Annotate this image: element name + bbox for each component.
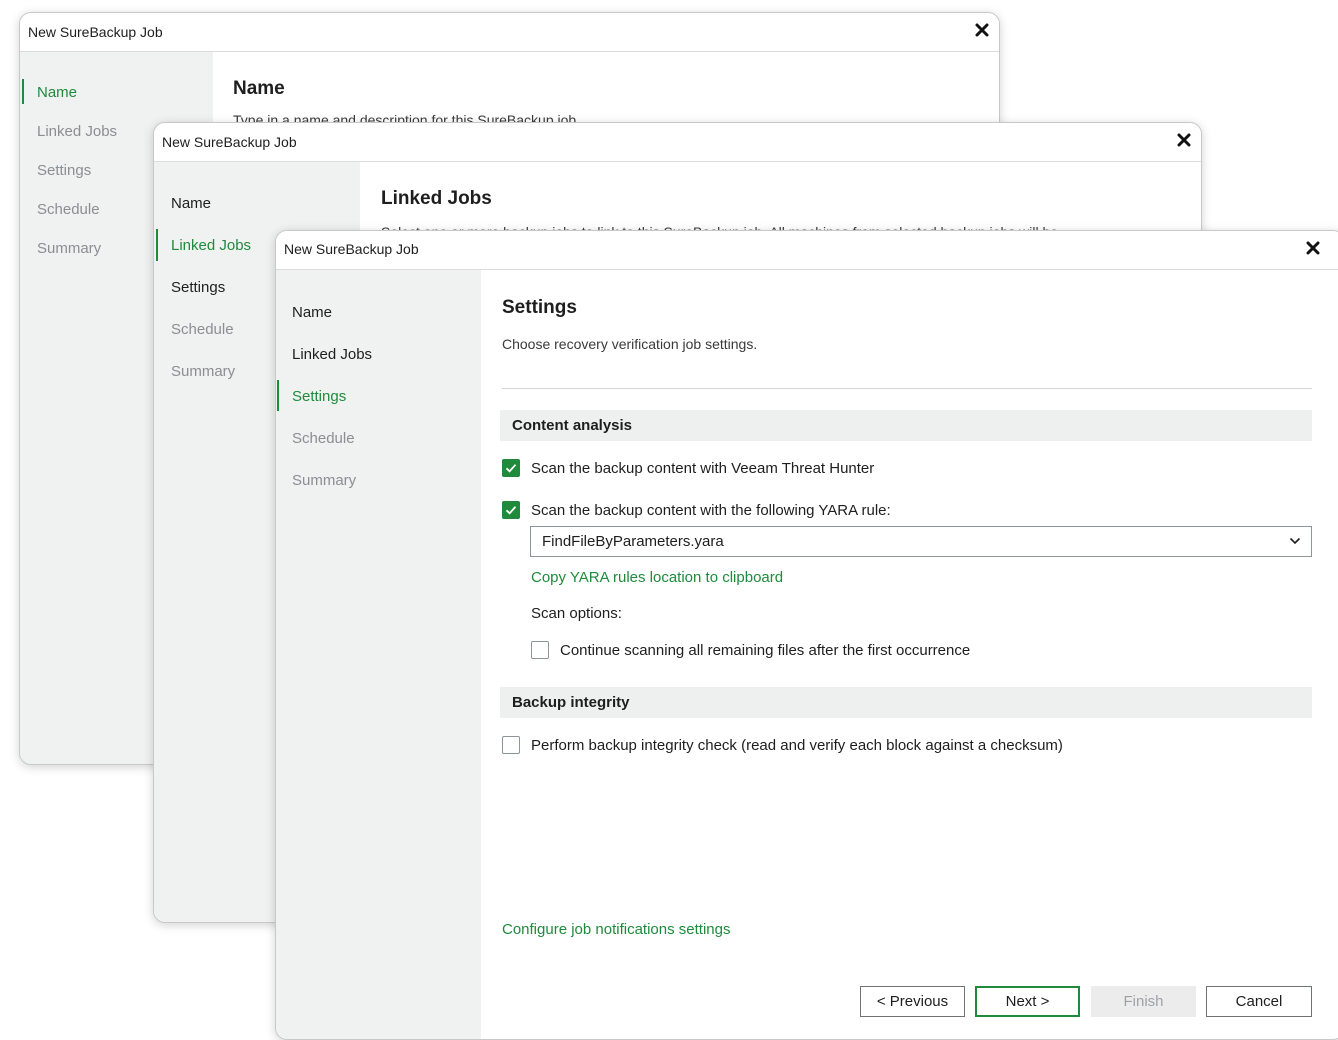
page-title: Name [233,78,285,99]
yara-rule-value: FindFileByParameters.yara [542,533,724,550]
step-schedule: Schedule [37,201,100,218]
cancel-button[interactable]: Cancel [1206,986,1312,1017]
window-title: New SureBackup Job [28,24,163,40]
wizard-steps-sidebar: Name Linked Jobs Settings Schedule Summa… [276,270,481,1039]
step-schedule: Schedule [292,430,355,447]
next-button[interactable]: Next > [975,986,1080,1017]
page-description: Choose recovery verification job setting… [502,336,758,352]
continue-scanning-label: Continue scanning all remaining files af… [560,641,971,659]
page-title: Settings [502,297,577,318]
close-icon[interactable] [1302,237,1324,259]
step-linked-jobs: Linked Jobs [37,123,118,140]
window-title: New SureBackup Job [162,134,297,150]
title-bar: New SureBackup Job [20,13,999,52]
step-name[interactable]: Name [37,84,77,101]
step-settings: Settings [37,162,92,179]
active-step-marker [22,79,24,104]
finish-button: Finish [1091,986,1196,1017]
step-settings[interactable]: Settings [171,279,225,296]
chevron-down-icon [1289,537,1301,545]
step-summary: Summary [37,240,102,257]
active-step-marker [277,380,279,411]
step-linked-jobs[interactable]: Linked Jobs [292,346,372,363]
threat-hunter-option[interactable]: Scan the backup content with Veeam Threa… [502,458,874,478]
step-summary: Summary [292,472,357,489]
step-summary: Summary [171,363,236,380]
title-bar: New SureBackup Job [154,123,1201,162]
wizard-window-settings-step: New SureBackup Job Name Linked Jobs Sett… [275,230,1338,1040]
continue-scanning-checkbox[interactable] [531,641,549,659]
yara-label: Scan the backup content with the followi… [531,501,891,519]
active-step-marker [156,229,158,261]
integrity-check-checkbox[interactable] [502,736,520,754]
content-analysis-header: Content analysis [500,410,1312,441]
integrity-check-option[interactable]: Perform backup integrity check (read and… [502,735,1063,755]
step-name[interactable]: Name [292,304,332,321]
backup-integrity-header: Backup integrity [500,687,1312,718]
copy-yara-location-link[interactable]: Copy YARA rules location to clipboard [531,569,783,586]
yara-checkbox[interactable] [502,501,520,519]
step-name[interactable]: Name [171,195,211,212]
header-divider [502,388,1312,389]
checkmark-icon [505,464,517,473]
continue-scanning-option[interactable]: Continue scanning all remaining files af… [531,640,970,660]
integrity-check-label: Perform backup integrity check (read and… [531,736,1063,754]
page-title: Linked Jobs [381,188,492,209]
job-notifications-link[interactable]: Configure job notifications settings [502,921,730,938]
window-title: New SureBackup Job [284,241,419,257]
close-icon[interactable] [1173,129,1195,151]
yara-rule-select[interactable]: FindFileByParameters.yara [530,526,1312,557]
previous-button[interactable]: < Previous [860,986,965,1017]
yara-option[interactable]: Scan the backup content with the followi… [502,500,891,520]
checkmark-icon [505,506,517,515]
step-linked-jobs[interactable]: Linked Jobs [171,237,251,254]
title-bar: New SureBackup Job [276,231,1338,270]
close-icon[interactable] [971,19,993,41]
step-settings[interactable]: Settings [292,388,346,405]
scan-options-label: Scan options: [531,605,622,622]
step-schedule: Schedule [171,321,234,338]
threat-hunter-checkbox[interactable] [502,459,520,477]
threat-hunter-label: Scan the backup content with Veeam Threa… [531,459,875,477]
